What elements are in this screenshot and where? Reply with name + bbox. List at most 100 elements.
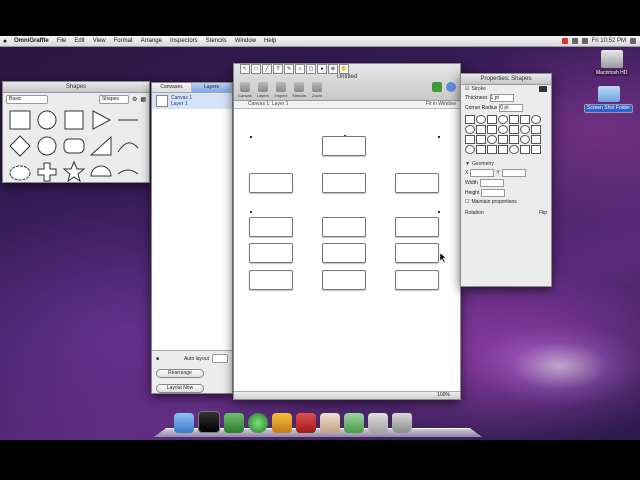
downloads-stack-icon[interactable]: [344, 413, 364, 433]
zoom-button[interactable]: Zoom: [310, 82, 324, 98]
auto-layout-field[interactable]: [212, 354, 228, 363]
geo-height-field[interactable]: [481, 189, 506, 197]
omnigraffle-icon[interactable]: [248, 413, 268, 433]
zoom-tool-icon[interactable]: ⊕: [328, 64, 338, 74]
terminal-icon[interactable]: [198, 411, 220, 433]
tab-layers[interactable]: Layers: [192, 83, 232, 92]
menu-arrange[interactable]: Arrange: [137, 38, 166, 44]
selection-handle[interactable]: [438, 211, 440, 213]
selection-handle[interactable]: [438, 136, 440, 138]
info-icon[interactable]: [446, 82, 456, 92]
textedit-icon[interactable]: [320, 413, 340, 433]
apple-menu-icon[interactable]: ●: [0, 38, 10, 45]
geo-x-field[interactable]: [470, 169, 495, 177]
rectangle-shape-icon[interactable]: [7, 108, 33, 132]
stencils-button[interactable]: Stencils: [292, 82, 306, 98]
trash-icon[interactable]: [392, 413, 412, 433]
diagram-node[interactable]: [322, 217, 366, 237]
preview-icon[interactable]: [272, 413, 292, 433]
corner-radius-field[interactable]: 0 pt: [499, 104, 524, 112]
menu-help[interactable]: Help: [260, 38, 280, 44]
line-shape-icon[interactable]: [115, 108, 141, 132]
stroke-checkbox[interactable]: ☑: [465, 86, 469, 92]
cloud-shape-icon[interactable]: [7, 160, 33, 184]
volume-icon[interactable]: [581, 38, 588, 44]
selection-tool-icon[interactable]: ↖: [240, 64, 250, 74]
stroke-color-well[interactable]: [539, 86, 547, 92]
selection-handle[interactable]: [250, 136, 252, 138]
desktop-hd-icon[interactable]: Macintosh HD: [594, 50, 630, 76]
calendar-icon[interactable]: [296, 413, 316, 433]
inspector-titlebar[interactable]: Properties: Shapes: [461, 74, 551, 85]
curve-shape-icon[interactable]: [115, 134, 141, 158]
diagram-node[interactable]: [395, 243, 439, 263]
diagram-node[interactable]: [249, 217, 293, 237]
diagram-node[interactable]: [322, 243, 366, 263]
cross-shape-icon[interactable]: [34, 160, 60, 184]
square-shape-icon[interactable]: [61, 108, 87, 132]
style-brush-icon[interactable]: ▢: [306, 64, 316, 74]
arrow-line-shape-icon[interactable]: [115, 160, 141, 184]
thickness-field[interactable]: 1 pt: [489, 94, 514, 102]
maintain-proportions-checkbox[interactable]: ☐: [465, 199, 469, 205]
activity-monitor-icon[interactable]: [224, 413, 244, 433]
line-tool-icon[interactable]: ╱: [262, 64, 272, 74]
canvas-page[interactable]: [234, 109, 460, 391]
pen-tool-icon[interactable]: ✎: [284, 64, 294, 74]
menu-clock[interactable]: Fri 10:52 PM: [592, 38, 626, 44]
selection-handle[interactable]: [250, 211, 252, 213]
octagon-shape-icon[interactable]: [34, 134, 60, 158]
rubber-stamp-icon[interactable]: ●: [317, 64, 327, 74]
diagram-node[interactable]: [395, 270, 439, 290]
tab-canvases[interactable]: Canvases: [152, 83, 192, 92]
finder-icon[interactable]: [174, 413, 194, 433]
canvas-button[interactable]: Canvas: [238, 82, 252, 98]
diagram-node[interactable]: [322, 270, 366, 290]
geo-width-field[interactable]: [479, 179, 504, 187]
palette-style-select[interactable]: Basic: [6, 95, 48, 104]
hand-tool-icon[interactable]: ✋: [339, 64, 349, 74]
palette-titlebar[interactable]: Shapes: [3, 82, 149, 93]
geo-y-field[interactable]: [501, 169, 526, 177]
diagram-node[interactable]: [395, 173, 439, 193]
menu-file[interactable]: File: [53, 38, 71, 44]
grid-view-icon[interactable]: ▦: [140, 96, 146, 103]
diagram-node[interactable]: [249, 243, 293, 263]
rounded-rect-shape-icon[interactable]: [61, 134, 87, 158]
menu-inspectors[interactable]: Inspectors: [166, 38, 202, 44]
menu-format[interactable]: Format: [110, 38, 137, 44]
spotlight-icon[interactable]: [630, 38, 636, 44]
geometry-disclosure-icon[interactable]: ▼: [465, 161, 470, 167]
triangle-shape-icon[interactable]: [88, 108, 114, 132]
shape-tool-icon[interactable]: □: [251, 64, 261, 74]
right-triangle-shape-icon[interactable]: [88, 134, 114, 158]
share-icon[interactable]: [432, 82, 442, 92]
desktop-folder-icon[interactable]: Screen Shot Folder: [584, 86, 634, 113]
menu-view[interactable]: View: [89, 38, 110, 44]
half-circle-shape-icon[interactable]: [88, 160, 114, 184]
documents-stack-icon[interactable]: [368, 413, 388, 433]
ruler-right-label[interactable]: Fit in Window: [426, 101, 460, 108]
gear-icon[interactable]: ⚙: [132, 96, 137, 103]
text-tool-icon[interactable]: T: [273, 64, 283, 74]
diamond-shape-icon[interactable]: [7, 134, 33, 158]
status-icon[interactable]: [561, 38, 568, 44]
diagram-node[interactable]: [322, 173, 366, 193]
diagram-node[interactable]: [249, 173, 293, 193]
canvas-list-item[interactable]: Canvas 1 Layer 1: [152, 93, 232, 109]
diagram-node[interactable]: [395, 217, 439, 237]
menu-app-name[interactable]: OmniGraffle: [10, 38, 53, 44]
star-shape-icon[interactable]: [61, 160, 87, 184]
menu-window[interactable]: Window: [231, 38, 260, 44]
magnet-tool-icon[interactable]: ∩: [295, 64, 305, 74]
wifi-icon[interactable]: [571, 38, 578, 44]
add-canvas-icon[interactable]: ■: [156, 356, 159, 362]
layers-button[interactable]: Layers: [256, 82, 270, 98]
rearrange-button[interactable]: Rearrange: [156, 369, 204, 378]
menu-edit[interactable]: Edit: [70, 38, 88, 44]
palette-filter-select[interactable]: Shapes: [98, 95, 129, 104]
menu-stencils[interactable]: Stencils: [202, 38, 231, 44]
diagram-node[interactable]: [322, 136, 366, 156]
diagram-node[interactable]: [249, 270, 293, 290]
zoom-level[interactable]: 100%: [437, 392, 450, 398]
